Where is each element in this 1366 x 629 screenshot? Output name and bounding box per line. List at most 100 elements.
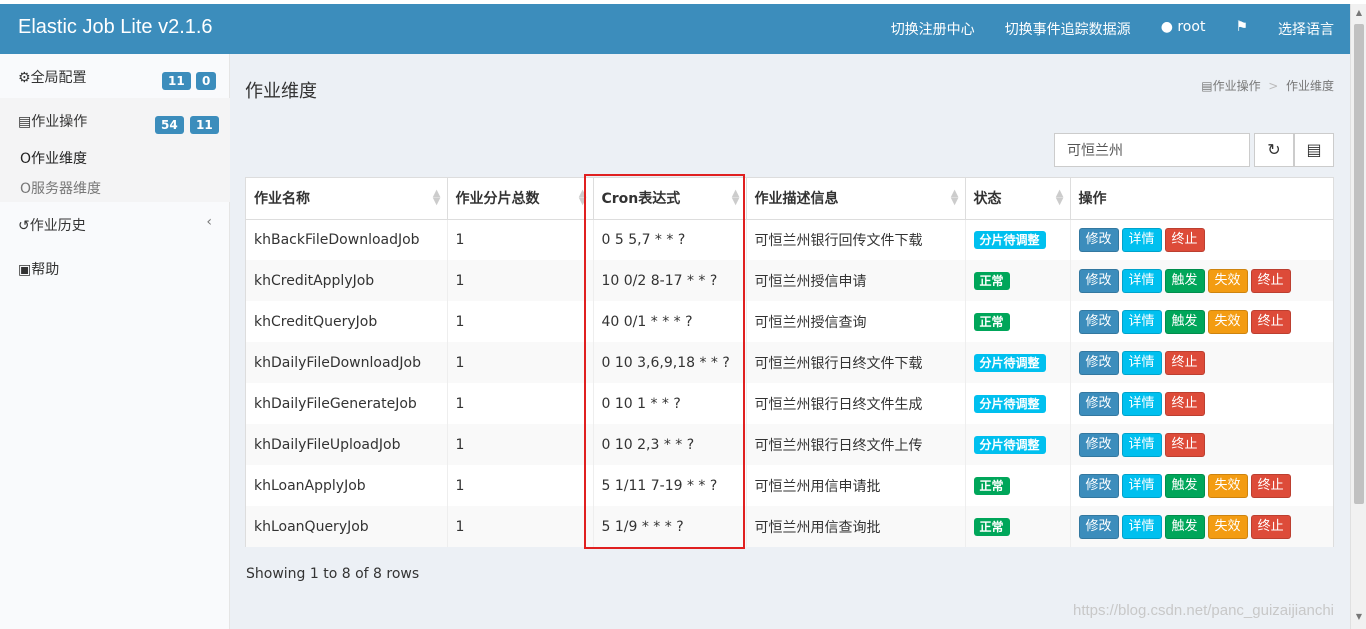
cron-cell: 0 10 1 * * ? [593,383,747,424]
status-badge: 0 [196,72,217,90]
sidebar-item-label: 作业操作 [31,114,88,130]
switch-event-source-link[interactable]: 切换事件追踪数据源 [1005,19,1131,39]
detail-button[interactable]: 详情 [1121,350,1162,375]
edit-button[interactable]: 修改 [1078,391,1119,416]
sort-icon: ▲ ▼ [731,188,740,207]
status-badge: 11 [190,116,219,134]
job-name-cell: khDailyFileGenerateJob [246,383,448,424]
history-icon: ↺ [18,218,30,234]
detail-button[interactable]: 详情 [1121,309,1162,334]
edit-button[interactable]: 修改 [1078,227,1119,252]
col-job-name[interactable]: 作业名称 ▲ ▼ [246,178,448,220]
language-select[interactable]: 选择语言 [1278,19,1334,39]
shutdown-button[interactable]: 终止 [1250,473,1291,498]
sidebar-item-global-config[interactable]: ⚙全局配置 11 0 [0,54,230,98]
chevron-left-icon: ‹ [206,214,212,230]
shutdown-button[interactable]: 终止 [1250,309,1291,334]
actions-cell: 修改 详情 终止 [1070,219,1333,260]
flag-icon[interactable]: ⚑ [1235,19,1248,39]
shard-total-cell: 1 [447,260,594,301]
sidebar-subitem-job-dimension[interactable]: O作业维度 [20,148,87,168]
scrollbar[interactable]: ▲ ▼ [1350,4,1366,629]
description-cell: 可恒兰州用信查询批 [746,506,966,547]
actions-cell: 修改 详情 终止 [1070,342,1333,383]
shard-total-cell: 1 [447,506,594,547]
edit-button[interactable]: 修改 [1078,309,1119,334]
user-menu[interactable]: ● root [1161,19,1206,39]
detail-button[interactable]: 详情 [1121,432,1162,457]
actions-cell: 修改 详情 触发 失效 终止 [1070,465,1333,506]
sidebar-item-help[interactable]: ▣帮助 [0,246,230,290]
search-input[interactable] [1054,133,1250,167]
disable-button[interactable]: 失效 [1207,514,1248,539]
sort-icon: ▲ ▼ [1055,188,1064,207]
list-icon: ▤ [18,114,32,130]
column-label: 作业描述信息 [754,191,839,208]
description-cell: 可恒兰州银行回传文件下载 [746,219,966,260]
shard-total-cell: 1 [447,342,594,383]
table-row: khCreditQueryJob 1 40 0/1 * * * ? 可恒兰州授信查询正… [246,301,1333,342]
status-cell: 正常 [965,465,1071,506]
actions-cell: 修改 详情 终止 [1070,383,1333,424]
edit-button[interactable]: 修改 [1078,350,1119,375]
breadcrumb-item[interactable]: 作业操作 [1213,79,1261,93]
shutdown-button[interactable]: 终止 [1250,268,1291,293]
shutdown-button[interactable]: 终止 [1164,227,1205,252]
refresh-button[interactable]: ↻ [1254,133,1294,167]
edit-button[interactable]: 修改 [1078,432,1119,457]
detail-button[interactable]: 详情 [1121,514,1162,539]
cogs-icon: ⚙ [18,70,31,86]
scrollbar-thumb[interactable] [1354,24,1364,504]
columns-button[interactable]: ▤ [1294,133,1334,167]
shutdown-button[interactable]: 终止 [1164,350,1205,375]
disable-button[interactable]: 失效 [1207,309,1248,334]
scroll-up-icon[interactable]: ▲ [1354,8,1364,18]
table-row: khDailyFileDownloadJob 1 0 10 3,6,9,18 * *… [246,342,1333,383]
sidebar-item-job-ops[interactable]: ▤作业操作 54 11 O作业维度 O服务器维度 [0,98,230,202]
status-badge: 正常 [973,271,1010,290]
job-name-cell: khLoanApplyJob [246,465,448,506]
col-description[interactable]: 作业描述信息 ▲ ▼ [746,178,966,220]
shutdown-button[interactable]: 终止 [1250,514,1291,539]
actions-cell: 修改 详情 触发 失效 终止 [1070,260,1333,301]
brand-title[interactable]: Elastic Job Lite v2.1.6 [18,16,213,39]
job-name-cell: khDailyFileDownloadJob [246,342,448,383]
col-cron[interactable]: Cron表达式 ▲ ▼ [593,178,747,220]
status-cell: 分片待调整 [965,219,1071,260]
table-row: khLoanQueryJob 1 5 1/9 * * * ? 可恒兰州用信查询批 正常 修… [246,506,1333,547]
table-row: khCreditApplyJob 1 10 0/2 8-17 * * ? 可恒兰州授信… [246,260,1333,301]
shutdown-button[interactable]: 终止 [1164,391,1205,416]
job-name-cell: khCreditApplyJob [246,260,448,301]
trigger-button[interactable]: 触发 [1164,268,1205,293]
trigger-button[interactable]: 触发 [1164,514,1205,539]
trigger-button[interactable]: 触发 [1164,309,1205,334]
sort-icon: ▲ ▼ [432,188,441,207]
sidebar-subitem-server-dimension[interactable]: O服务器维度 [20,178,101,198]
cron-cell: 5 1/9 * * * ? [593,506,747,547]
detail-button[interactable]: 详情 [1121,473,1162,498]
edit-button[interactable]: 修改 [1078,473,1119,498]
switch-registry-link[interactable]: 切换注册中心 [891,19,975,39]
sidebar-item-job-history[interactable]: ↺作业历史 ‹ [0,202,230,246]
scroll-down-icon[interactable]: ▼ [1354,612,1364,622]
col-actions: 操作 [1070,178,1333,220]
status-badge: 分片待调整 [973,394,1046,413]
main-content: 作业维度 ▤作业操作 > 作业维度 ↻ ▤ 作业名称▲▼ 作业分片总数▲▼ Cr… [231,54,1350,629]
status-cell: 正常 [965,506,1071,547]
trigger-button[interactable]: 触发 [1164,473,1205,498]
detail-button[interactable]: 详情 [1121,227,1162,252]
shard-total-cell: 1 [447,219,594,260]
detail-button[interactable]: 详情 [1121,268,1162,293]
disable-button[interactable]: 失效 [1207,268,1248,293]
col-status[interactable]: 状态 ▲ ▼ [965,178,1071,220]
edit-button[interactable]: 修改 [1078,514,1119,539]
status-badge: 正常 [973,312,1010,331]
edit-button[interactable]: 修改 [1078,268,1119,293]
sort-icon: ▲ ▼ [950,188,959,207]
column-label: 操作 [1078,191,1107,208]
col-shard-total[interactable]: 作业分片总数 ▲ ▼ [447,178,594,220]
disable-button[interactable]: 失效 [1207,473,1248,498]
sidebar: ⚙全局配置 11 0 ▤作业操作 54 11 O作业维度 O服务器维度 ↺作业历… [0,54,230,629]
shutdown-button[interactable]: 终止 [1164,432,1205,457]
detail-button[interactable]: 详情 [1121,391,1162,416]
